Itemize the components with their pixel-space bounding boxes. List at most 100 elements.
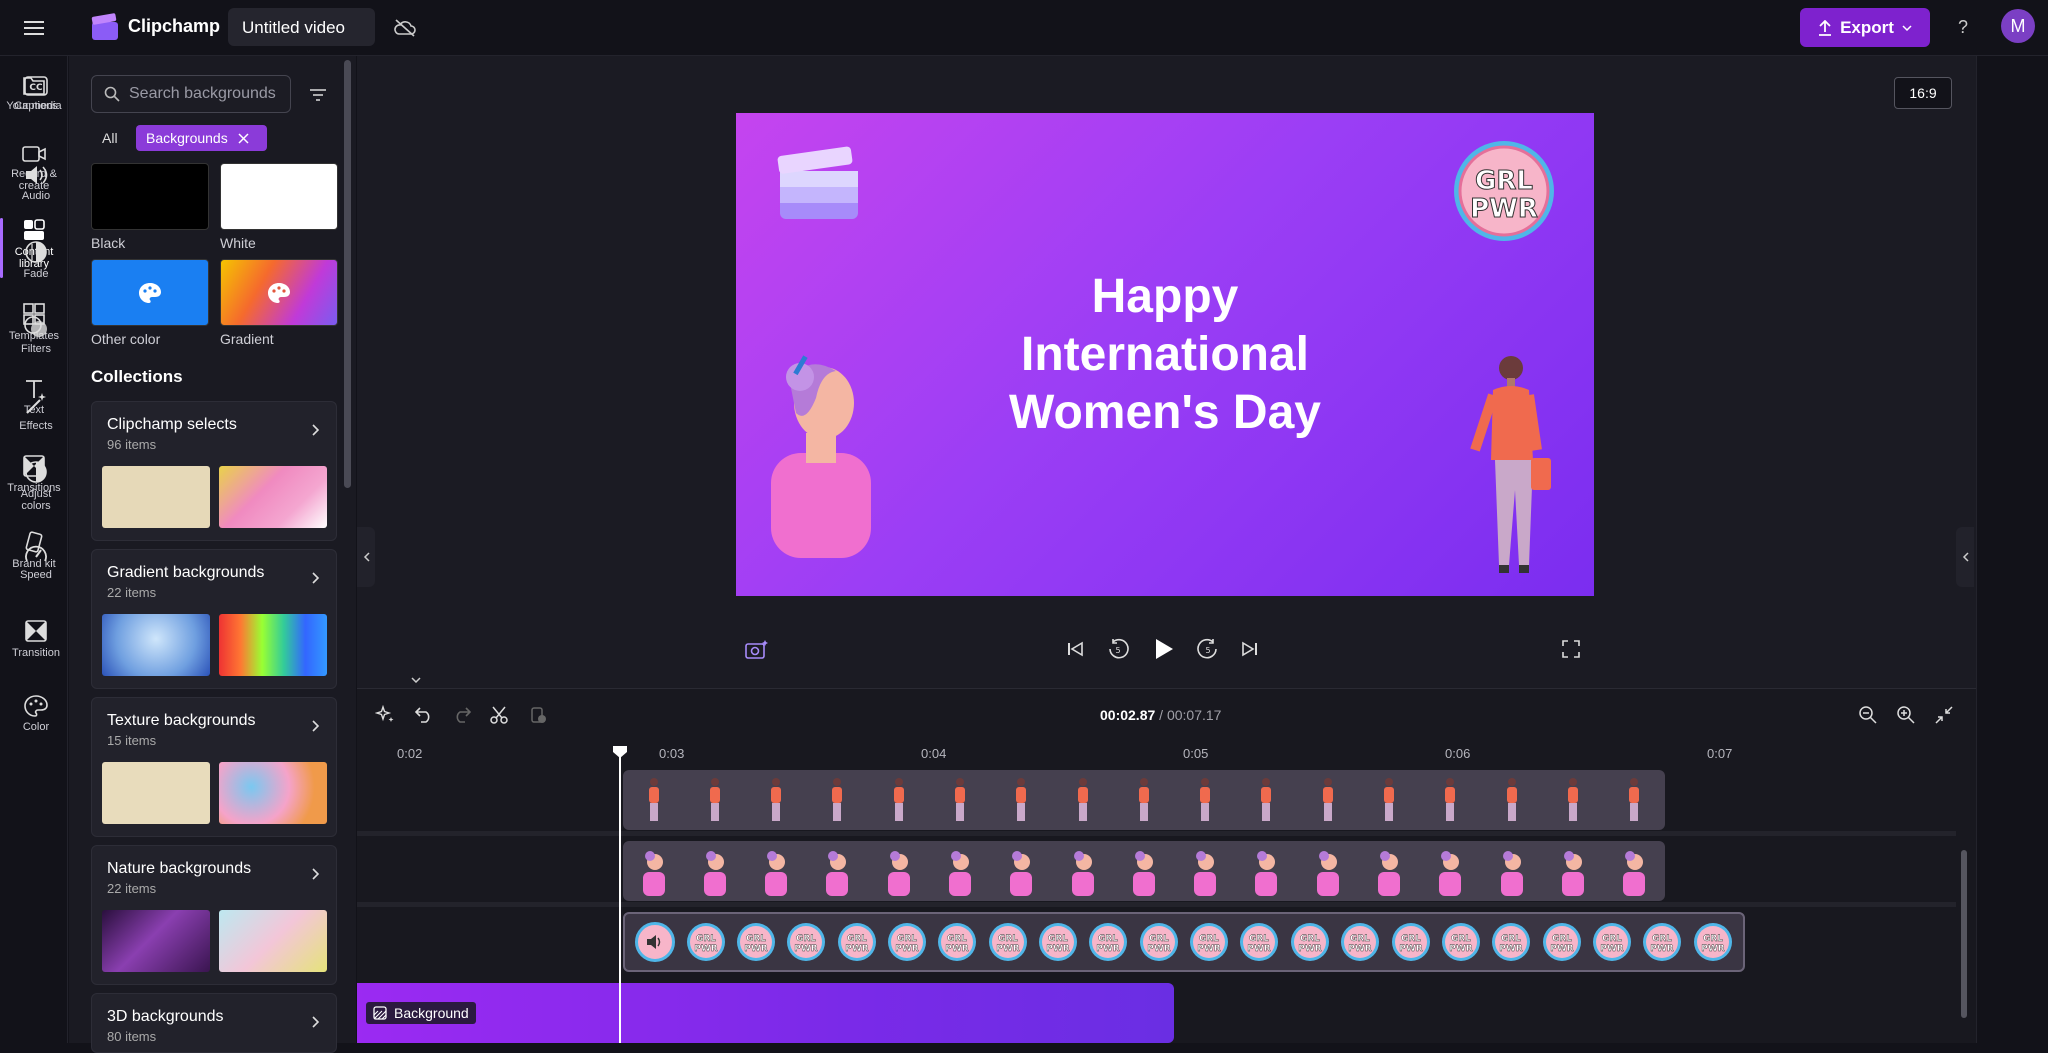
woman-profile-thumbnail: [1439, 851, 1462, 896]
clipchamp-logo-sticker[interactable]: [776, 143, 862, 223]
rail-item-transition[interactable]: Transition: [0, 619, 72, 659]
rewind-5s-icon[interactable]: 5: [1104, 635, 1132, 663]
woman-standing-illustration[interactable]: [1461, 350, 1556, 590]
background-clip-label: Background: [366, 1002, 476, 1024]
rail-label: Filters: [21, 343, 51, 355]
playhead[interactable]: [619, 748, 621, 1043]
skip-to-end-icon[interactable]: [1237, 636, 1263, 662]
clip-grl-pwr-sticker[interactable]: GRL PWR GRL PWR GRL PWR GRL PWR GRL PWR GRL PW…: [623, 912, 1745, 972]
close-icon[interactable]: [238, 132, 249, 144]
svg-text:GRL: GRL: [1350, 934, 1370, 944]
zoom-in-icon[interactable]: [1893, 702, 1919, 728]
delete-clip-icon[interactable]: [525, 702, 551, 728]
svg-text:PWR: PWR: [1399, 944, 1423, 954]
scissors-icon[interactable]: [486, 702, 512, 728]
collection-thumbnail: [102, 466, 210, 528]
export-button[interactable]: Export: [1800, 8, 1930, 47]
svg-text:PWR: PWR: [845, 944, 869, 954]
timeline-scrollbar[interactable]: [1961, 850, 1967, 1018]
app-name: Clipchamp: [128, 16, 221, 36]
woman-standing-thumbnail: [955, 778, 966, 821]
woman-standing-thumbnail: [1016, 778, 1027, 821]
svg-text:GRL: GRL: [1552, 934, 1572, 944]
collection-count: 15 items: [107, 733, 157, 748]
clip-background[interactable]: [357, 983, 1174, 1043]
ruler-tick: 0:04: [921, 746, 947, 761]
swatch-gradient[interactable]: [220, 259, 338, 326]
redo-icon[interactable]: [449, 702, 475, 728]
grl-pwr-sticker[interactable]: GRL PWR: [1452, 139, 1556, 243]
svg-text:PWR: PWR: [1298, 944, 1322, 954]
filter-chip-all[interactable]: All: [102, 130, 118, 146]
grl-pwr-thumbnail: GRLPWR: [1139, 923, 1178, 961]
panel-scrollbar[interactable]: [344, 60, 351, 488]
collapse-properties-button[interactable]: [1956, 527, 1974, 587]
svg-text:PWR: PWR: [1600, 944, 1624, 954]
clip-woman-standing[interactable]: [623, 770, 1665, 830]
woman-profile-thumbnail: [1071, 851, 1094, 896]
play-icon[interactable]: [1148, 632, 1180, 666]
collapse-panel-button[interactable]: [357, 527, 375, 587]
grl-pwr-thumbnail: GRLPWR: [1492, 923, 1531, 961]
rail-item-audio[interactable]: Audio: [0, 164, 72, 202]
collection-card-nature-backgrounds[interactable]: Nature backgrounds 22 items: [91, 845, 337, 985]
search-input[interactable]: Search backgrounds: [91, 75, 291, 113]
collection-title: Nature backgrounds: [107, 860, 252, 877]
rail-item-filters[interactable]: Filters: [0, 315, 72, 355]
svg-text:5: 5: [1205, 646, 1210, 655]
playhead-handle[interactable]: [612, 745, 628, 759]
undo-icon[interactable]: [411, 702, 437, 728]
fit-timeline-icon[interactable]: [1931, 702, 1957, 728]
rail-item-fade[interactable]: Fade: [0, 240, 72, 280]
swatch-black[interactable]: [91, 163, 209, 230]
rail-item-speed[interactable]: Speed: [0, 543, 72, 581]
fullscreen-icon[interactable]: [1558, 636, 1584, 662]
rail-label: Color: [22, 721, 50, 733]
chevron-right-icon: [312, 868, 320, 880]
collapse-timeline-icon[interactable]: [404, 672, 428, 688]
grl-pwr-thumbnail: GRLPWR: [1542, 923, 1581, 961]
woman-standing-thumbnail: [709, 778, 720, 821]
camera-sparkle-icon[interactable]: [743, 635, 771, 663]
rail-item-effects[interactable]: Effects: [0, 392, 72, 432]
collection-thumbnail: [219, 762, 327, 824]
rail-item-captions[interactable]: CC Captions: [0, 76, 72, 112]
svg-text:GRL: GRL: [897, 934, 917, 944]
svg-text:PWR: PWR: [1470, 194, 1538, 224]
help-icon[interactable]: ?: [1952, 15, 1974, 39]
svg-text:GRL: GRL: [947, 934, 967, 944]
woman-profile-illustration[interactable]: [766, 353, 876, 558]
skip-to-start-icon[interactable]: [1062, 636, 1088, 662]
svg-text:GRL: GRL: [1703, 934, 1723, 944]
collection-count: 80 items: [107, 1029, 157, 1044]
zoom-out-icon[interactable]: [1855, 702, 1881, 728]
aspect-ratio-button[interactable]: 16:9: [1894, 77, 1952, 109]
video-canvas[interactable]: GRL PWR Happy International Women's Day: [736, 113, 1594, 596]
swatch-white[interactable]: [220, 163, 338, 230]
svg-text:PWR: PWR: [1348, 944, 1372, 954]
woman-standing-thumbnail: [1077, 778, 1088, 821]
svg-text:PWR: PWR: [1449, 944, 1473, 954]
clip-audio-toggle[interactable]: [635, 922, 676, 962]
hamburger-menu-icon[interactable]: [18, 14, 50, 42]
rail-item-color[interactable]: Color: [0, 695, 72, 733]
woman-profile-thumbnail: [1194, 851, 1217, 896]
collection-card-texture-backgrounds[interactable]: Texture backgrounds 15 items: [91, 697, 337, 837]
magic-edit-icon[interactable]: [372, 702, 398, 728]
filter-chip-backgrounds[interactable]: Backgrounds: [136, 125, 267, 151]
clip-woman-profile[interactable]: [623, 841, 1665, 901]
woman-standing-thumbnail: [1322, 778, 1333, 821]
video-title-input[interactable]: Untitled video: [228, 8, 375, 46]
wand-icon: [26, 393, 46, 414]
grl-pwr-thumbnail: GRLPWR: [988, 923, 1027, 961]
forward-5s-icon[interactable]: 5: [1194, 635, 1222, 663]
filter-icon[interactable]: [303, 82, 333, 108]
collection-card-gradient-backgrounds[interactable]: Gradient backgrounds 22 items: [91, 549, 337, 689]
transition-icon: [25, 620, 47, 642]
avatar[interactable]: M: [2001, 9, 2035, 43]
collection-card-clipchamp-selects[interactable]: Clipchamp selects 96 items: [91, 401, 337, 541]
collection-card-3d-backgrounds[interactable]: 3D backgrounds 80 items: [91, 993, 337, 1053]
swatch-other-color[interactable]: [91, 259, 209, 326]
cloud-off-icon[interactable]: [392, 16, 418, 40]
rail-item-adjust-colors[interactable]: Adjust colors: [0, 460, 72, 512]
